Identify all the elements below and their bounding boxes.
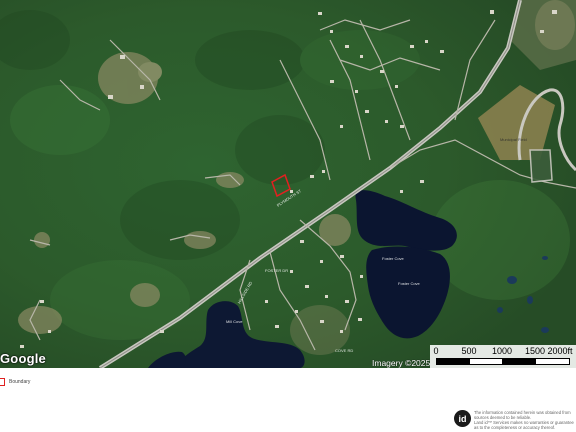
scale-label-1000: 1000	[491, 346, 513, 356]
road-label-foster: FOSTER DR	[265, 268, 288, 273]
scale-ruler	[436, 358, 572, 365]
scale-label-500: 500	[461, 346, 477, 356]
legend-boundary-label: Boundary	[9, 379, 31, 385]
boundary-swatch-icon	[0, 378, 5, 386]
disclaimer: id The information contained herein was …	[454, 410, 576, 432]
pond-label-3: Mill Cove	[226, 319, 243, 324]
scale-label-2000ft: 2000ft	[547, 346, 573, 356]
disclaimer-line: as to the completeness or accuracy there…	[474, 425, 556, 430]
land-id-logo: id	[454, 410, 471, 427]
scale-label-0: 0	[433, 346, 439, 356]
scale-label-1500: 1500	[524, 346, 546, 356]
map-imagery: PLYMOUTH ST FOSTER DR COVE RD HILLSIDE R…	[0, 0, 576, 368]
pond-label-2: Foster Cove	[398, 281, 421, 286]
pond-label-1: Foster Cove	[382, 256, 405, 261]
satellite-map[interactable]: PLYMOUTH ST FOSTER DR COVE RD HILLSIDE R…	[0, 0, 576, 368]
imagery-attribution: Imagery ©2025	[372, 358, 431, 368]
google-logo: Google	[0, 351, 46, 366]
disclaimer-text: The information contained herein was obt…	[474, 410, 574, 430]
legend: Boundary	[0, 378, 30, 386]
field-label: Municipal Field	[500, 137, 527, 142]
scale-bar: 0 500 1000 1500 2000ft	[430, 345, 576, 368]
road-label-cove: COVE RD	[335, 348, 353, 353]
